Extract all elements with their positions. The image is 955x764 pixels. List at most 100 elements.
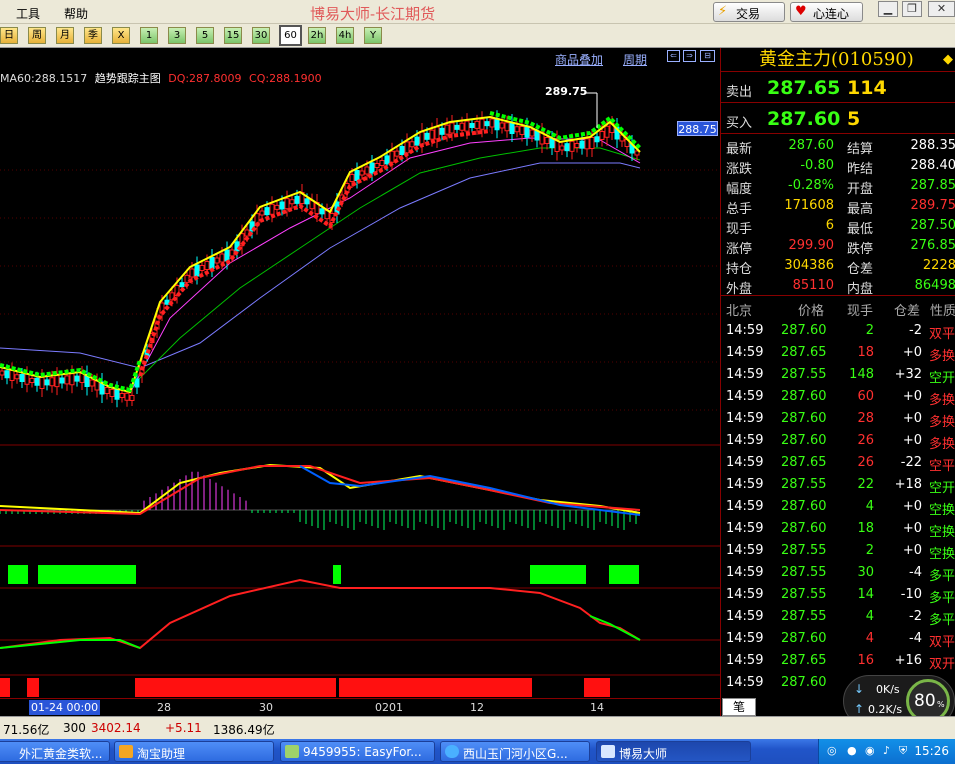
x-label: 0201 [375, 701, 403, 714]
maximize-button[interactable]: ❐ [902, 1, 922, 17]
tab-ticks[interactable]: 笔 [722, 698, 756, 716]
candle-body [14, 374, 20, 380]
chat-icon [285, 745, 299, 758]
close-button[interactable]: ✕ [928, 1, 955, 17]
trend-band-up [138, 129, 491, 377]
menu-help[interactable]: 帮助 [64, 5, 88, 22]
folder-icon [1, 745, 15, 758]
ma60-label: MA60:288.1517 [0, 72, 88, 85]
tick-price: 287.60 [781, 411, 827, 426]
tick-row: 14:59 287.65 16 +16 双开 [721, 650, 955, 672]
stats-table: 最新 287.60 结算 288.35 涨跌 -0.80 昨结 288.40 幅度 -0.28% 开… [721, 136, 955, 297]
stat-label: 现手 [726, 222, 753, 237]
candle-body [209, 257, 215, 269]
shield-icon[interactable]: ⛨ [899, 744, 907, 758]
candle-body [424, 132, 430, 140]
menu-bar: 工具 帮助 博易大师-长江期货 ⚡ 交易 ♥ 心连心 ▁ ❐ ✕ [0, 0, 955, 24]
candle-body [494, 118, 500, 131]
candle-body [359, 170, 365, 176]
trade-button[interactable]: ⚡ 交易 [713, 2, 785, 22]
candle-body [569, 140, 575, 152]
stat-label: 最新 [726, 142, 753, 157]
period-year-button[interactable]: Y [364, 27, 382, 44]
period-5m-button[interactable]: 5 [196, 27, 214, 44]
stat-label: 总手 [726, 202, 753, 217]
period-2h-button[interactable]: 2h [308, 27, 326, 44]
candle-body [9, 370, 15, 381]
main-legend: MA60:288.1517 趋势跟踪主图 DQ:287.8009 CQ:288.… [0, 70, 326, 86]
candle-body [599, 131, 605, 140]
kline-chart[interactable]: 商品叠加 周期 ⇐ ⇒ ⊟ MA60:288.1517 趋势跟踪主图 DQ:28… [0, 48, 720, 716]
candle-body [579, 140, 585, 149]
minimize-button[interactable]: ▁ [878, 1, 898, 17]
candle-body [219, 253, 225, 263]
candle-body [534, 130, 540, 141]
dropdown-icon[interactable]: ◆ [943, 52, 953, 67]
qq-icon[interactable]: ● [847, 744, 857, 757]
tick-price: 287.65 [781, 653, 827, 668]
candle-body [529, 129, 535, 137]
period-4h-button[interactable]: 4h [336, 27, 354, 44]
system-tray: ◎ ● ◉ ♪ ⛨ 15:26 [818, 739, 955, 764]
candle-body [379, 160, 385, 166]
tray-icon[interactable]: ◉ [865, 744, 875, 757]
task-easyfor[interactable]: 9459955: EasyFor... [280, 741, 435, 762]
tray-icon[interactable]: ◎ [827, 744, 837, 757]
tick-price: 287.60 [781, 675, 827, 690]
stat-label: 仓差 [847, 262, 874, 277]
period-toolbar: 日 周 月 季 X 1 3 5 15 30 60 2h 4h Y [0, 24, 955, 48]
speaker-icon[interactable]: ♪ [883, 744, 890, 757]
tick-delta: -22 [900, 455, 922, 470]
period-30m-button[interactable]: 30 [252, 27, 270, 44]
period-60m-button[interactable]: 60 [279, 25, 302, 46]
tick-row: 14:59 287.55 148 +32 空开 [721, 364, 955, 386]
tick-time: 14:59 [726, 367, 764, 382]
tick-time: 14:59 [726, 499, 764, 514]
chart-nav: ⇐ ⇒ ⊟ [667, 50, 721, 63]
tick-time: 14:59 [726, 323, 764, 338]
lightning-icon: ⚡ [718, 4, 728, 19]
signal-block-green [609, 565, 639, 584]
candle-body [594, 136, 600, 143]
candle-body [34, 377, 40, 386]
menu-tools[interactable]: 工具 [16, 5, 40, 22]
candle-body [489, 118, 495, 128]
task-forex[interactable]: 外汇黄金类软... [0, 741, 110, 762]
period-3m-button[interactable]: 3 [168, 27, 186, 44]
scroll-right-icon[interactable]: ⇒ [683, 50, 696, 62]
macd-dif-line [0, 463, 641, 515]
candle-body [499, 122, 505, 129]
task-taobao[interactable]: 淘宝助理 [114, 741, 274, 762]
task-boyi[interactable]: 博易大师 [596, 741, 751, 762]
candle-body [109, 389, 115, 397]
tick-price: 287.55 [781, 609, 827, 624]
stat-label: 结算 [847, 142, 874, 157]
tick-kind: 多平 [929, 569, 955, 584]
stat-value: 287.50 [910, 218, 955, 233]
candle-body [204, 261, 210, 270]
task-browser[interactable]: 西山玉门河小区G... [440, 741, 590, 762]
candle-body [394, 150, 400, 157]
tick-delta: -2 [909, 323, 922, 338]
candle-body [179, 282, 185, 288]
candle-body [399, 146, 405, 155]
period-1m-button[interactable]: 1 [140, 27, 158, 44]
period-month-button[interactable]: 月 [56, 27, 74, 44]
layout-icon[interactable]: ⊟ [700, 50, 715, 62]
period-day-button[interactable]: 日 [0, 27, 18, 44]
period-quarter-button[interactable]: 季 [84, 27, 102, 44]
candle-body [119, 393, 125, 398]
period-week-button[interactable]: 周 [28, 27, 46, 44]
period-link[interactable]: 周期 [623, 51, 647, 68]
period-15m-button[interactable]: 15 [224, 27, 242, 44]
overlay-link[interactable]: 商品叠加 [555, 51, 603, 68]
stat-value: 85110 [792, 278, 834, 293]
period-x-button[interactable]: X [112, 27, 130, 44]
signal-block-green [8, 565, 28, 584]
scroll-left-icon[interactable]: ⇐ [667, 50, 680, 62]
tick-delta: +0 [902, 411, 922, 426]
stat-label: 内盘 [847, 282, 874, 297]
tick-row: 14:59 287.60 28 +0 多换 [721, 408, 955, 430]
heart-connect-button[interactable]: ♥ 心连心 [790, 2, 863, 22]
taskbar: 外汇黄金类软... 淘宝助理 9459955: EasyFor... 西山玉门河… [0, 739, 955, 764]
